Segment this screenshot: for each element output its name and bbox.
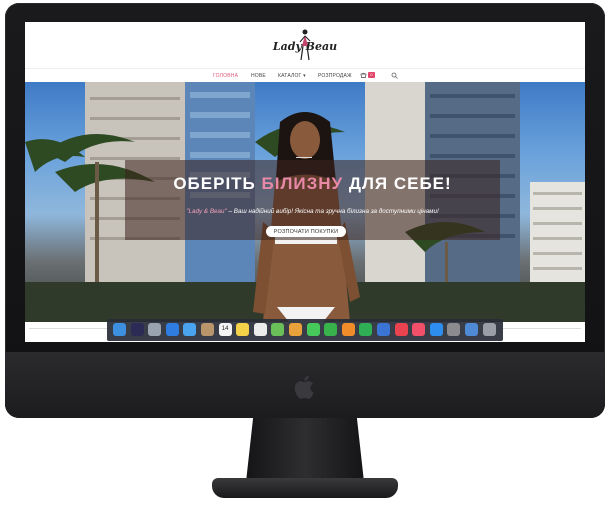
nav-catalog-label: КАТАЛОГ [278,73,302,79]
macos-dock: 14 [107,319,503,341]
maps-icon[interactable] [271,323,285,336]
system-preferences-icon[interactable] [447,323,461,336]
hero-title-part1: ОБЕРІТЬ [173,174,256,193]
messages-icon[interactable] [306,323,320,336]
siri-icon[interactable] [130,323,144,336]
news-icon[interactable] [394,323,408,336]
cart-icon[interactable] [360,72,367,79]
trash-icon[interactable] [482,323,496,336]
hero-subtitle: "Lady & Beau" – Ваш надійний вибір! Якіс… [125,208,500,215]
photos-icon[interactable] [289,323,302,336]
keynote-icon[interactable] [377,323,390,336]
site-logo[interactable]: Lady Beau [260,28,350,64]
facetime-icon[interactable] [324,323,338,336]
search-icon[interactable] [391,72,398,79]
nav-catalog[interactable]: КАТАЛОГ ▾ [278,73,306,79]
hero-subtitle-brand: "Lady & Beau" [186,208,227,215]
site-header: Lady Beau [25,22,585,68]
nav-home[interactable]: ГОЛОВНА [213,73,238,79]
finder-icon[interactable] [113,323,126,336]
logo-text: Lady Beau [272,40,338,53]
launchpad-icon[interactable] [148,323,162,336]
hero-title-accent: БІЛИЗНУ [261,174,344,193]
start-shopping-button[interactable]: РОЗПОЧАТИ ПОКУПКИ [266,226,346,237]
screen: Lady Beau ГОЛОВНА НОВЕ КАТАЛОГ ▾ РОЗПРОД… [25,22,585,342]
hero-banner: ОБЕРІТЬ БІЛИЗНУ ДЛЯ СЕБЕ! "Lady & Beau" … [25,82,585,322]
imac-stand-base [212,478,398,498]
hero-divider [296,157,312,158]
cart-count-badge: 0 [368,72,375,78]
reminders-icon[interactable] [253,323,267,336]
chevron-down-icon: ▾ [303,73,306,79]
hero-title-part2: ДЛЯ СЕБЕ! [348,174,452,193]
hero-subtitle-text: – Ваш надійний вибір! Якісна та зручна б… [226,208,439,215]
pages-icon[interactable] [341,323,355,336]
contacts-icon[interactable] [201,323,214,336]
music-icon[interactable] [412,323,426,336]
app-store-icon[interactable] [429,323,443,336]
notes-icon[interactable] [236,323,250,336]
imac-stand [246,418,364,482]
safari-icon[interactable] [165,323,179,336]
mail-icon[interactable] [183,323,197,336]
hero-title: ОБЕРІТЬ БІЛИЗНУ ДЛЯ СЕБЕ! [125,174,500,194]
apple-logo-icon [294,375,314,399]
nav-sale[interactable]: РОЗПРОДАЖ [318,73,352,79]
nav-new[interactable]: НОВЕ [251,73,266,79]
calendar-icon[interactable]: 14 [218,323,232,336]
downloads-folder-icon[interactable] [465,323,478,336]
numbers-icon[interactable] [359,323,373,336]
